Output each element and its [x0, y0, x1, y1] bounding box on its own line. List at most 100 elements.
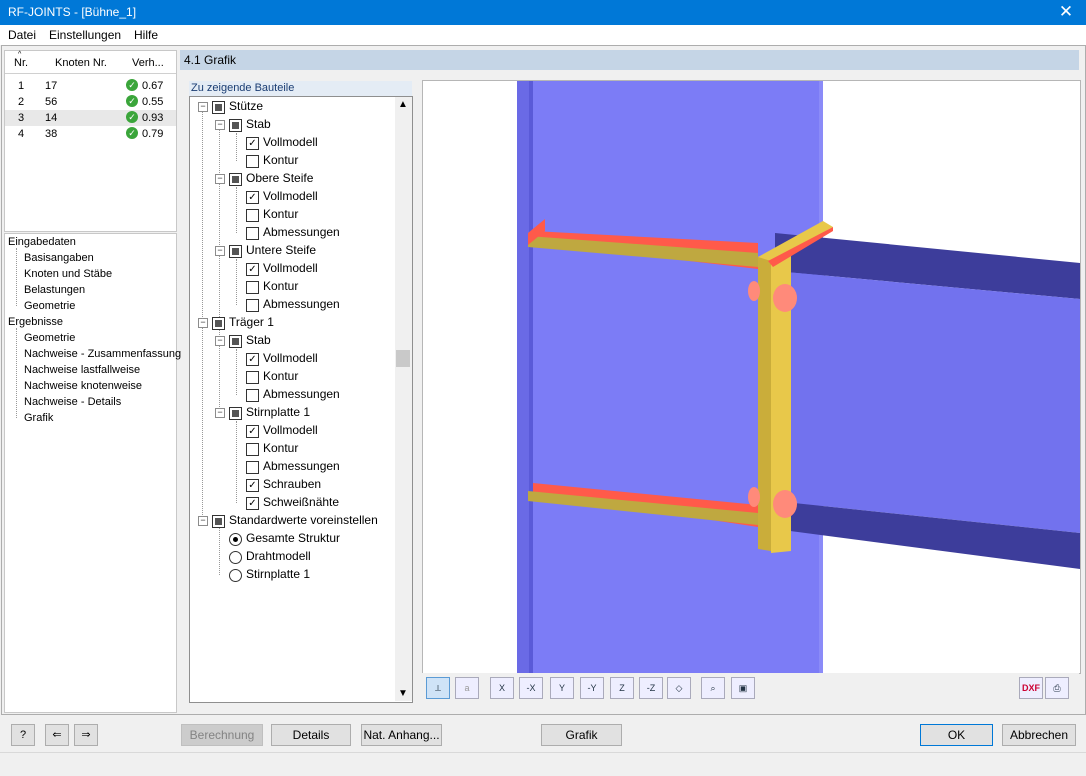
isometric-icon[interactable]: ◇ — [667, 677, 691, 699]
berechnung-button[interactable]: Berechnung — [181, 724, 263, 746]
import-icon[interactable]: ⇐ — [45, 724, 69, 746]
checkbox-untere-steife[interactable] — [229, 245, 242, 258]
menu-einstellungen[interactable]: Einstellungen — [49, 28, 121, 42]
checkbox-schrauben[interactable]: ✓ — [246, 479, 259, 492]
nav-eingabedaten[interactable]: Eingabedaten — [8, 236, 76, 248]
view-y-button[interactable]: Y — [550, 677, 574, 699]
tree-schweissnaehte[interactable]: Schweißnähte — [263, 493, 339, 511]
tree-vollmodell[interactable]: Vollmodell — [263, 421, 318, 439]
checkbox-abmessungen[interactable] — [246, 389, 259, 402]
nav-zusammenfassung[interactable]: Nachweise - Zusammenfassung — [24, 348, 181, 360]
components-tab[interactable]: Zu zeigende Bauteile — [189, 81, 412, 97]
tree-stirnplatte[interactable]: Stirnplatte 1 — [246, 403, 310, 421]
tree-stuetze[interactable]: Stütze — [229, 97, 263, 115]
checkbox-abmessungen[interactable] — [246, 461, 259, 474]
checkbox-stab[interactable] — [229, 335, 242, 348]
checkbox-kontur[interactable] — [246, 281, 259, 294]
help-icon[interactable]: ? — [11, 724, 35, 746]
view-minus-y-button[interactable]: -Y — [580, 677, 604, 699]
menu-hilfe[interactable]: Hilfe — [134, 28, 158, 42]
zoom-icon[interactable]: ⌕ — [701, 677, 725, 699]
scroll-down-icon[interactable]: ▼ — [398, 688, 408, 699]
checkbox-stirnplatte[interactable] — [229, 407, 242, 420]
nav-ergebnisse[interactable]: Ergebnisse — [8, 316, 63, 328]
collapse-icon[interactable]: − — [215, 408, 225, 418]
export-icon[interactable]: ⇒ — [74, 724, 98, 746]
nav-geometrie-input[interactable]: Geometrie — [24, 300, 75, 312]
table-row[interactable]: 1 17 ✓ 0.67 — [5, 78, 176, 94]
table-row[interactable]: 2 56 ✓ 0.55 — [5, 94, 176, 110]
checkbox-stuetze[interactable] — [212, 101, 225, 114]
layers-icon[interactable]: ▣ — [731, 677, 755, 699]
nav-details[interactable]: Nachweise - Details — [24, 396, 121, 408]
tree-kontur[interactable]: Kontur — [263, 277, 298, 295]
tree-vollmodell[interactable]: Vollmodell — [263, 187, 318, 205]
checkbox-vollmodell[interactable]: ✓ — [246, 191, 259, 204]
view-minus-z-button[interactable]: -Z — [639, 677, 663, 699]
checkbox-schweissnaehte[interactable]: ✓ — [246, 497, 259, 510]
collapse-icon[interactable]: − — [215, 174, 225, 184]
radio-stirnplatte[interactable] — [229, 569, 242, 582]
nav-lastfallweise[interactable]: Nachweise lastfallweise — [24, 364, 140, 376]
nat-anhang-button[interactable]: Nat. Anhang... — [361, 724, 442, 746]
checkbox-abmessungen[interactable] — [246, 299, 259, 312]
collapse-icon[interactable]: − — [215, 120, 225, 130]
details-button[interactable]: Details — [271, 724, 351, 746]
dxf-export-button[interactable]: DXF — [1019, 677, 1043, 699]
nav-belastungen[interactable]: Belastungen — [24, 284, 85, 296]
close-icon[interactable]: ✕ — [1054, 2, 1078, 22]
tree-vollmodell[interactable]: Vollmodell — [263, 133, 318, 151]
menu-datei[interactable]: Datei — [8, 28, 36, 42]
nav-geometrie-results[interactable]: Geometrie — [24, 332, 75, 344]
tree-scrollbar[interactable]: ▲ ▼ — [395, 97, 412, 701]
checkbox-stab[interactable] — [229, 119, 242, 132]
checkbox-vollmodell[interactable]: ✓ — [246, 353, 259, 366]
scroll-thumb[interactable] — [396, 350, 410, 367]
tree-abmessungen[interactable]: Abmessungen — [263, 385, 340, 403]
tree-kontur[interactable]: Kontur — [263, 439, 298, 457]
table-row[interactable]: 4 38 ✓ 0.79 — [5, 126, 176, 142]
checkbox-vollmodell[interactable]: ✓ — [246, 263, 259, 276]
radio-gesamte-struktur[interactable] — [229, 533, 242, 546]
nav-grafik[interactable]: Grafik — [24, 412, 53, 424]
checkbox-kontur[interactable] — [246, 209, 259, 222]
col-verh[interactable]: Verh... — [132, 57, 164, 69]
nav-knoten-staebe[interactable]: Knoten und Stäbe — [24, 268, 112, 280]
checkbox-abmessungen[interactable] — [246, 227, 259, 240]
scroll-up-icon[interactable]: ▲ — [398, 99, 408, 110]
nav-knotenweise[interactable]: Nachweise knotenweise — [24, 380, 142, 392]
checkbox-kontur[interactable] — [246, 443, 259, 456]
tree-gesamte-struktur[interactable]: Gesamte Struktur — [246, 529, 340, 547]
tree-kontur[interactable]: Kontur — [263, 151, 298, 169]
label-toggle-icon[interactable]: a — [455, 677, 479, 699]
tree-stirnplatte-option[interactable]: Stirnplatte 1 — [246, 565, 310, 583]
collapse-icon[interactable]: − — [198, 102, 208, 112]
tree-vollmodell[interactable]: Vollmodell — [263, 349, 318, 367]
tree-kontur[interactable]: Kontur — [263, 205, 298, 223]
tree-traeger[interactable]: Träger 1 — [229, 313, 274, 331]
tree-obere-steife[interactable]: Obere Steife — [246, 169, 313, 187]
col-knoten[interactable]: Knoten Nr. — [55, 57, 107, 69]
checkbox-kontur[interactable] — [246, 155, 259, 168]
tree-stab[interactable]: Stab — [246, 331, 271, 349]
grafik-button[interactable]: Grafik — [541, 724, 622, 746]
tree-schrauben[interactable]: Schrauben — [263, 475, 321, 493]
tree-drahtmodell[interactable]: Drahtmodell — [246, 547, 311, 565]
tree-untere-steife[interactable]: Untere Steife — [246, 241, 316, 259]
tree-stab[interactable]: Stab — [246, 115, 271, 133]
collapse-icon[interactable]: − — [215, 246, 225, 256]
abbrechen-button[interactable]: Abbrechen — [1002, 724, 1076, 746]
col-nr[interactable]: Nr. — [14, 57, 28, 69]
view-z-button[interactable]: Z — [610, 677, 634, 699]
tree-abmessungen[interactable]: Abmessungen — [263, 223, 340, 241]
collapse-icon[interactable]: − — [198, 516, 208, 526]
checkbox-vollmodell[interactable]: ✓ — [246, 425, 259, 438]
checkbox-traeger[interactable] — [212, 317, 225, 330]
radio-drahtmodell[interactable] — [229, 551, 242, 564]
results-table[interactable]: Nr. Knoten Nr. Verh... ^ 1 17 ✓ 0.67 2 5… — [4, 50, 177, 232]
checkbox-kontur[interactable] — [246, 371, 259, 384]
tree-abmessungen[interactable]: Abmessungen — [263, 295, 340, 313]
collapse-icon[interactable]: − — [198, 318, 208, 328]
checkbox-obere-steife[interactable] — [229, 173, 242, 186]
nav-basisangaben[interactable]: Basisangaben — [24, 252, 94, 264]
